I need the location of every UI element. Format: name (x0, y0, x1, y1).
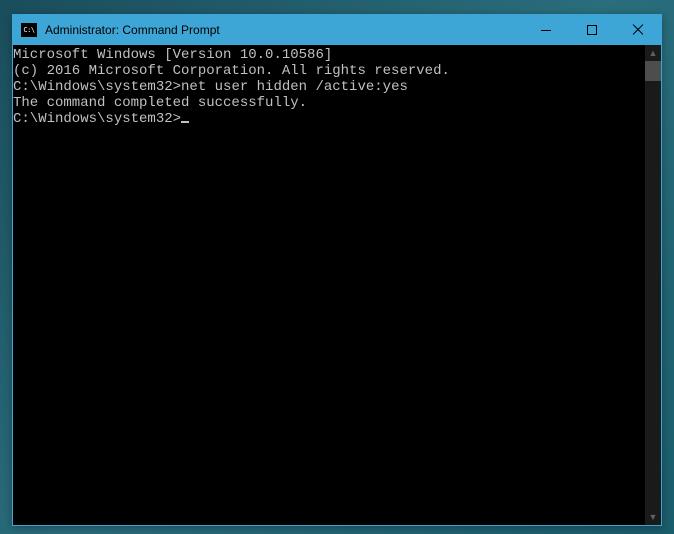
window-controls (523, 15, 661, 45)
vertical-scrollbar[interactable]: ▲ ▼ (645, 45, 661, 525)
output-line: C:\Windows\system32>net user hidden /act… (13, 79, 645, 95)
terminal-body: Microsoft Windows [Version 10.0.10586](c… (13, 45, 661, 525)
minimize-icon (541, 30, 551, 31)
terminal-output[interactable]: Microsoft Windows [Version 10.0.10586](c… (13, 45, 645, 525)
prompt-text: C:\Windows\system32> (13, 79, 181, 95)
output-line: (c) 2016 Microsoft Corporation. All righ… (13, 63, 645, 79)
maximize-button[interactable] (569, 15, 615, 45)
command-prompt-window: C:\ Administrator: Command Prompt Micros… (12, 14, 662, 526)
maximize-icon (587, 25, 597, 35)
close-icon (632, 24, 644, 36)
scroll-thumb[interactable] (645, 61, 661, 81)
current-prompt-line: C:\Windows\system32> (13, 111, 645, 127)
prompt-text: C:\Windows\system32> (13, 111, 181, 127)
output-line: Microsoft Windows [Version 10.0.10586] (13, 47, 645, 63)
close-button[interactable] (615, 15, 661, 45)
scroll-down-button[interactable]: ▼ (645, 509, 661, 525)
minimize-button[interactable] (523, 15, 569, 45)
command-text: net user hidden /active:yes (181, 79, 408, 95)
scroll-up-button[interactable]: ▲ (645, 45, 661, 61)
window-title: Administrator: Command Prompt (45, 23, 523, 37)
cursor (181, 121, 189, 123)
output-line: The command completed successfully. (13, 95, 645, 111)
titlebar[interactable]: C:\ Administrator: Command Prompt (13, 15, 661, 45)
command-prompt-icon: C:\ (21, 23, 37, 37)
